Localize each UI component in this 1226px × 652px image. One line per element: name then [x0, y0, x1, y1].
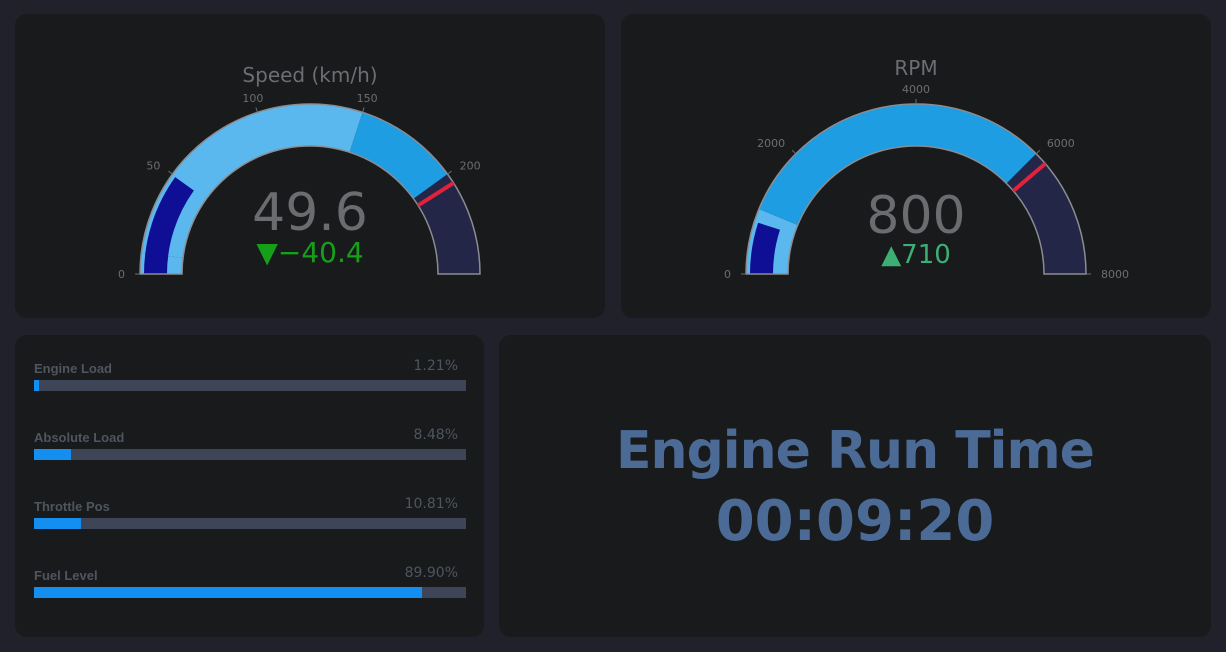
progress-fill — [34, 380, 40, 391]
rpm-delta: ▲710 — [881, 240, 951, 270]
gauge-tick-label: 150 — [357, 92, 378, 105]
progress-track — [34, 518, 466, 529]
gauge-tick-label: 2000 — [757, 137, 785, 150]
gauge-tick-label: 50 — [146, 159, 160, 172]
speed-gauge: Speed (km/h) 0 50 100 150 200 49.6 ▼−40.4 — [118, 63, 481, 281]
speed-gauge-panel: Speed (km/h) 0 50 100 150 200 49.6 ▼−40.4 — [15, 14, 605, 318]
speed-gauge-title: Speed (km/h) — [242, 63, 377, 87]
run-time-title: Engine Run Time — [616, 421, 1095, 481]
progress-track — [34, 380, 466, 391]
gauge-tick — [791, 149, 797, 155]
bar-value: 1.21% — [413, 358, 458, 374]
rpm-value: 800 — [866, 186, 965, 246]
bar-label: Absolute Load — [34, 430, 125, 445]
gauge-tick — [1035, 149, 1041, 155]
bar-label: Throttle Pos — [34, 499, 110, 514]
gauge-tick-label: 8000 — [1101, 268, 1129, 281]
progress-fill — [34, 449, 71, 460]
bar-label: Engine Load — [34, 361, 112, 376]
progress-track — [34, 449, 466, 460]
gauge-tick — [447, 170, 452, 175]
gauge-tick — [362, 107, 365, 113]
engine-run-time-panel: Engine Run Time 00:09:20 — [499, 335, 1211, 637]
bar-value: 8.48% — [413, 427, 458, 443]
gauge-tick-label: 4000 — [902, 83, 930, 96]
engine-metrics-panel: Engine Load 1.21% Absolute Load 8.48% Th… — [15, 335, 484, 637]
progress-fill — [34, 518, 81, 529]
bar-value: 89.90% — [404, 565, 458, 581]
progress-track — [34, 587, 466, 598]
rpm-gauge: RPM 0 2000 4000 6000 8000 800 ▲710 — [724, 56, 1129, 281]
rpm-gauge-title: RPM — [894, 56, 937, 80]
gauge-tick-label: 100 — [242, 92, 263, 105]
gauge-step-band — [1006, 153, 1086, 274]
gauge-tick-label: 200 — [460, 159, 481, 172]
rpm-gauge-panel: RPM 0 2000 4000 6000 8000 800 ▲710 — [621, 14, 1211, 318]
run-time-value: 00:09:20 — [715, 489, 995, 554]
bar-value: 10.81% — [404, 496, 458, 512]
speed-value: 49.6 — [252, 183, 368, 243]
gauge-tick — [168, 170, 173, 175]
progress-fill — [34, 587, 423, 598]
speed-delta: ▼−40.4 — [256, 236, 363, 269]
bar-label: Fuel Level — [34, 568, 98, 583]
gauge-tick — [255, 107, 258, 113]
gauge-tick-label: 0 — [724, 268, 731, 281]
gauge-tick-label: 6000 — [1047, 137, 1075, 150]
gauge-tick-label: 0 — [118, 268, 125, 281]
